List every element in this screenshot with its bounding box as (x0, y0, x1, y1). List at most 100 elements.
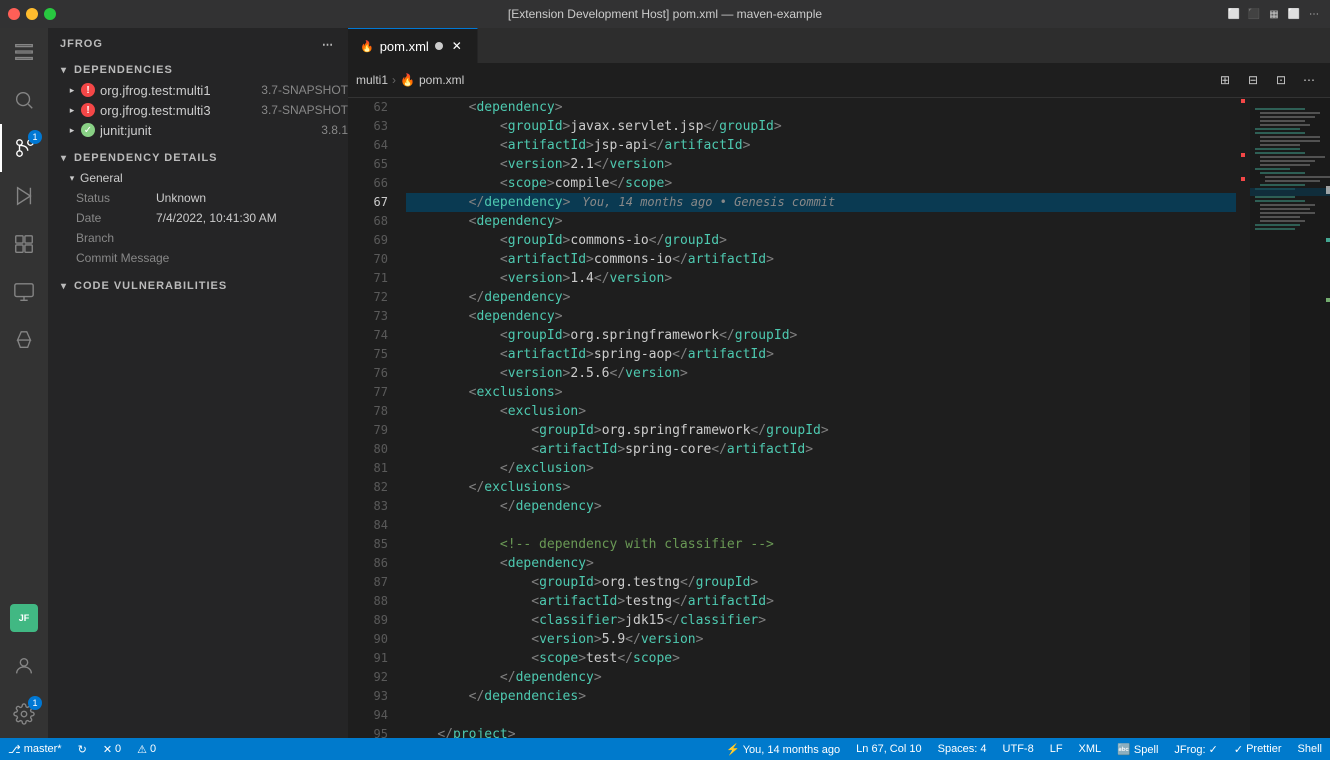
dependency-details-label: DEPENDENCY DETAILS (74, 152, 218, 164)
code-vulnerabilities-header[interactable]: CODE VULNERABILITIES (48, 276, 348, 296)
layout-split-icon[interactable]: ⬛ (1246, 6, 1262, 22)
activity-testing[interactable] (0, 316, 48, 364)
activity-bar: 1 JF (0, 28, 48, 738)
status-spell[interactable]: 🔤 Spell (1109, 738, 1166, 760)
general-subsection-header[interactable]: ▾ General (48, 168, 348, 188)
gutter-marker-2 (1241, 153, 1245, 157)
activity-jfrog[interactable]: JF (0, 594, 48, 642)
dependencies-section-header[interactable]: DEPENDENCIES (48, 60, 348, 80)
dep2-label: org.jfrog.test:multi3 (100, 103, 255, 118)
layout-grid-icon[interactable]: ▦ (1266, 6, 1282, 22)
breadcrumb-part1: multi1 (356, 73, 388, 87)
status-encoding[interactable]: UTF-8 (995, 738, 1042, 760)
maximize-button[interactable] (44, 8, 56, 20)
code-line-88: <artifactId>testng</artifactId> (406, 592, 1236, 611)
dep1-version: 3.7-SNAPSHOT (261, 83, 348, 97)
open-changes-btn[interactable]: ⊟ (1240, 67, 1266, 93)
tree-item-dep3[interactable]: ▸ ✓ junit:junit 3.8.1 (48, 120, 348, 140)
line-number-77: 77 (348, 383, 388, 402)
activity-run[interactable] (0, 172, 48, 220)
jfrog-logo: JF (10, 604, 38, 632)
line-number-91: 91 (348, 649, 388, 668)
encoding-text: UTF-8 (1003, 743, 1034, 755)
open-file-btn[interactable]: ⊡ (1268, 67, 1294, 93)
status-bar-right: ⚡ You, 14 months ago Ln 67, Col 10 Space… (718, 738, 1330, 760)
activity-source-control[interactable]: 1 (0, 124, 48, 172)
window-controls[interactable] (8, 8, 56, 20)
code-vuln-label: CODE VULNERABILITIES (74, 280, 227, 292)
line-number-89: 89 (348, 611, 388, 630)
status-jfrog[interactable]: JFrog: ✓ (1166, 738, 1225, 760)
status-warnings[interactable]: ⚠ 0 (129, 738, 164, 760)
dependency-details-section: DEPENDENCY DETAILS ▾ General Status Unkn… (48, 148, 348, 268)
line-number-80: 80 (348, 440, 388, 459)
close-button[interactable] (8, 8, 20, 20)
status-branch[interactable]: ⎇ master* (0, 738, 70, 760)
source-control-badge: 1 (28, 130, 42, 144)
line-number-64: 64 (348, 136, 388, 155)
sidebar-more-btn[interactable]: ⋯ (320, 36, 336, 52)
dep3-label: junit:junit (100, 123, 315, 138)
status-language[interactable]: XML (1071, 738, 1110, 760)
line-number-76: 76 (348, 364, 388, 383)
code-line-78: <exclusion> (406, 402, 1236, 421)
status-value: Unknown (156, 191, 206, 205)
status-prettier[interactable]: ✓ Prettier (1226, 738, 1290, 760)
line-number-78: 78 (348, 402, 388, 421)
line-number-79: 79 (348, 421, 388, 440)
gutter-marker-3 (1241, 177, 1245, 181)
warning-icon: ⚠ (137, 743, 147, 756)
status-cursor[interactable]: Ln 67, Col 10 (848, 738, 929, 760)
language-text: XML (1079, 743, 1102, 755)
tree-item-dep2[interactable]: ▸ ! org.jfrog.test:multi3 3.7-SNAPSHOT (48, 100, 348, 120)
tab-pom-xml[interactable]: 🔥 pom.xml ✕ (348, 28, 478, 63)
split-editor-btn[interactable]: ⊞ (1212, 67, 1238, 93)
breadcrumb-part2: pom.xml (419, 73, 464, 87)
line-number-70: 70 (348, 250, 388, 269)
code-line-66: <scope>compile</scope> (406, 174, 1236, 193)
activity-extensions[interactable] (0, 220, 48, 268)
tree-item-dep1[interactable]: ▸ ! org.jfrog.test:multi1 3.7-SNAPSHOT 👁 (48, 80, 348, 100)
status-eol[interactable]: LF (1042, 738, 1071, 760)
layout-sidebar-icon[interactable]: ⬜ (1286, 6, 1302, 22)
status-git-info[interactable]: ⚡ You, 14 months ago (718, 738, 848, 760)
line-number-68: 68 (348, 212, 388, 231)
more-actions-icon[interactable]: ⋯ (1306, 6, 1322, 22)
settings-badge: 1 (28, 696, 42, 710)
code-editor[interactable]: 6263646566676869707172737475767778798081… (348, 98, 1330, 738)
activity-explorer[interactable] (0, 28, 48, 76)
status-sync[interactable]: ↻ (70, 738, 95, 760)
dep3-status-icon: ✓ (80, 122, 96, 138)
dependency-details-header[interactable]: DEPENDENCY DETAILS (48, 148, 348, 168)
code-line-94 (406, 706, 1236, 725)
tab-close-btn[interactable]: ✕ (449, 38, 465, 54)
code-line-80: <artifactId>spring-core</artifactId> (406, 440, 1236, 459)
layout-icon[interactable]: ⬜ (1226, 6, 1242, 22)
code-content[interactable]: <dependency> <groupId>javax.servlet.jsp<… (398, 98, 1236, 738)
status-errors[interactable]: ✕ 0 (95, 738, 129, 760)
breadcrumb: multi1 › 🔥 pom.xml (356, 73, 464, 87)
line-number-83: 83 (348, 497, 388, 516)
sync-icon: ↻ (78, 743, 87, 756)
title-bar-actions: ⬜ ⬛ ▦ ⬜ ⋯ (1226, 6, 1322, 22)
error-count: 0 (115, 743, 121, 755)
more-actions-btn[interactable]: ⋯ (1296, 67, 1322, 93)
activity-remote[interactable] (0, 268, 48, 316)
code-line-76: <version>2.5.6</version> (406, 364, 1236, 383)
activity-settings[interactable]: 1 (0, 690, 48, 738)
gutter-marker-1 (1241, 99, 1245, 103)
line-number-65: 65 (348, 155, 388, 174)
activity-search[interactable] (0, 76, 48, 124)
tab-label: pom.xml (380, 39, 429, 54)
activity-account[interactable] (0, 642, 48, 690)
status-shell[interactable]: Shell (1290, 738, 1330, 760)
spell-text: 🔤 Spell (1117, 743, 1158, 756)
minimize-button[interactable] (26, 8, 38, 20)
dependencies-section: DEPENDENCIES ▸ ! org.jfrog.test:multi1 3… (48, 60, 348, 140)
eol-text: LF (1050, 743, 1063, 755)
status-bar: ⎇ master* ↻ ✕ 0 ⚠ 0 ⚡ You, 14 months ago… (0, 738, 1330, 760)
line-number-94: 94 (348, 706, 388, 725)
editor-toolbar-icons: ⊞ ⊟ ⊡ ⋯ (1212, 67, 1322, 93)
line-number-86: 86 (348, 554, 388, 573)
status-spaces[interactable]: Spaces: 4 (930, 738, 995, 760)
